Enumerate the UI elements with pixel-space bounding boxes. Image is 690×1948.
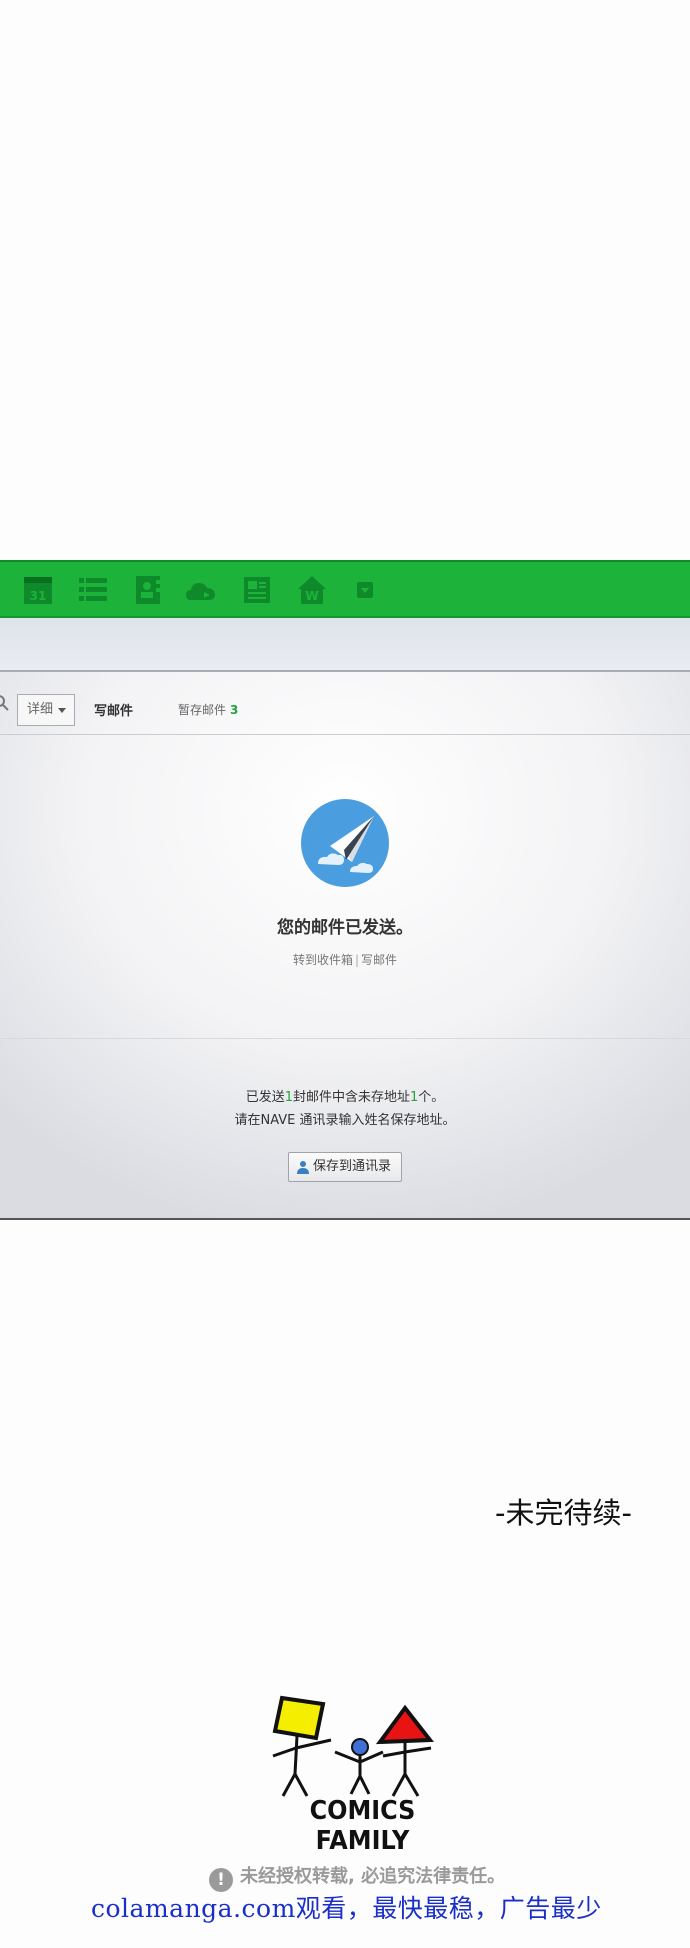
go-to-inbox-link[interactable]: 转到收件箱	[293, 953, 353, 967]
unsaved-address-info: 已发送1封邮件中含未存地址1个。	[0, 1086, 690, 1105]
save-to-contacts-label: 保存到通讯录	[313, 1159, 392, 1174]
list-icon[interactable]	[77, 574, 109, 606]
drafts-tab-label: 暂存邮件	[178, 703, 227, 717]
calendar-day: 31	[30, 589, 47, 603]
calendar-icon[interactable]: 31	[22, 574, 54, 606]
sent-message-links: 转到收件箱 | 写邮件	[0, 951, 690, 968]
contacts-icon[interactable]	[132, 574, 164, 606]
paper-plane-icon	[301, 799, 389, 887]
info-text: 个。	[418, 1090, 445, 1105]
to-be-continued-text: -未完待续-	[495, 1496, 632, 1530]
logo-wordmark: COMICS FAMILY	[309, 1796, 416, 1856]
drafts-count-badge: 3	[230, 703, 239, 717]
notes-icon[interactable]	[241, 574, 273, 606]
search-icon[interactable]	[0, 694, 10, 712]
app-toolbar: 31 W	[0, 560, 690, 618]
section-divider	[0, 1038, 690, 1039]
compose-tab[interactable]: 写邮件	[94, 700, 133, 719]
sent-message-title: 您的邮件已发送。	[277, 918, 413, 938]
mail-sent-screenshot: 31 W 详细 写邮件 暂存邮件 3 您的邮件已发送。 转到收件箱 | 写邮件 …	[0, 560, 690, 1220]
person-icon	[297, 1161, 309, 1174]
sent-count: 1	[284, 1090, 293, 1105]
detail-dropdown[interactable]: 详细	[17, 694, 75, 726]
write-mail-link[interactable]: 写邮件	[361, 953, 397, 967]
chevron-down-icon	[58, 708, 66, 713]
drafts-tab[interactable]: 暂存邮件 3	[178, 701, 238, 718]
sub-header-bar	[0, 618, 690, 672]
more-icon[interactable]	[355, 580, 375, 600]
save-to-contacts-button[interactable]: 保存到通讯录	[288, 1152, 402, 1182]
info-text: 封邮件中含未存地址	[292, 1090, 410, 1105]
copyright-warning-text: 未经授权转载, 必追究法律责任。	[240, 1866, 506, 1887]
cloud-icon[interactable]	[185, 574, 217, 606]
copyright-warning: ! 未经授权转载, 必追究法律责任。	[209, 1862, 505, 1892]
link-separator: |	[354, 953, 360, 967]
home-icon[interactable]: W	[296, 574, 328, 606]
svg-text:W: W	[305, 589, 318, 603]
site-watermark: colamanga.com观看，最快最稳，广告最少	[91, 1894, 602, 1923]
detail-dropdown-label: 详细	[27, 702, 54, 717]
save-instruction: 请在NAVE 通讯录输入姓名保存地址。	[234, 1113, 456, 1128]
info-text: 已发送	[245, 1090, 285, 1105]
